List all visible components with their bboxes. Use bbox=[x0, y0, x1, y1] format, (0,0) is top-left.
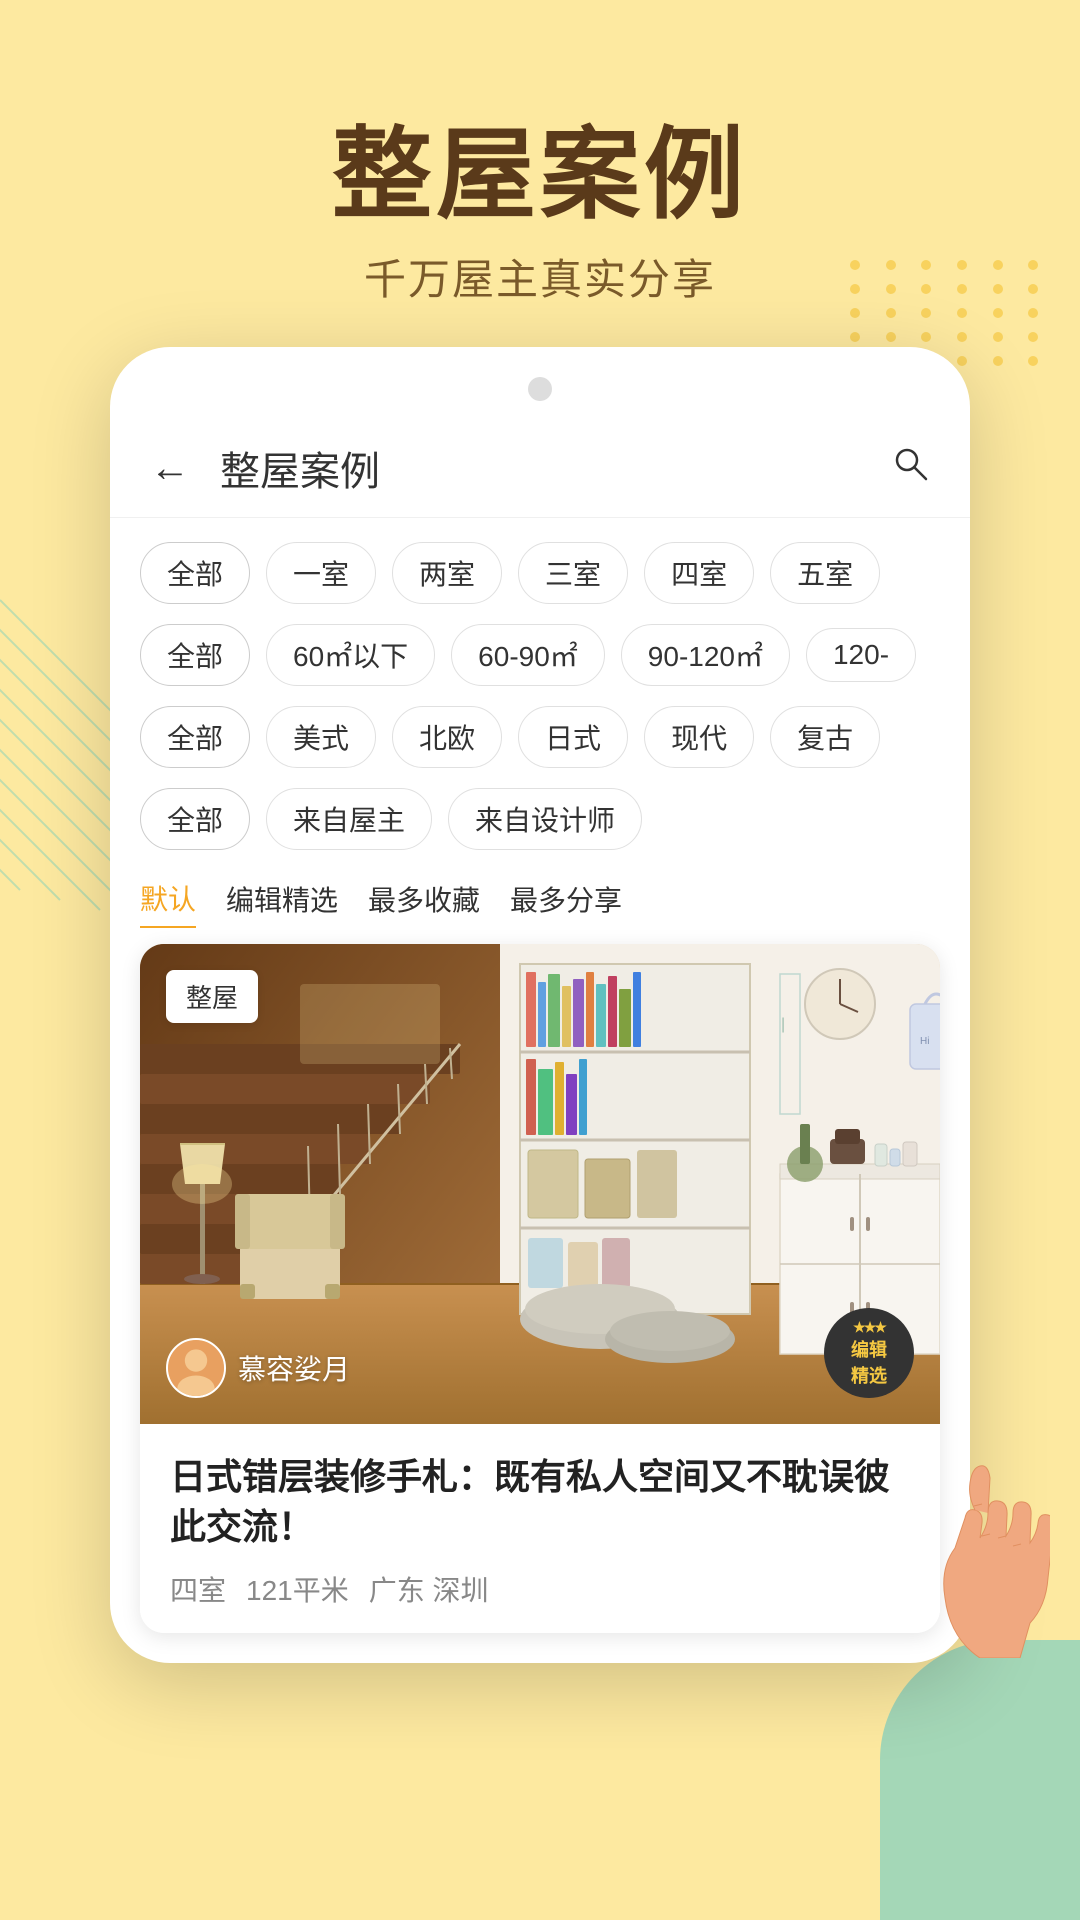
filter-chip-2room[interactable]: 两室 bbox=[392, 542, 502, 604]
filter-chip-all-1[interactable]: 全部 bbox=[140, 542, 250, 604]
phone-wrapper: ← 整屋案例 全部 一室 两室 三室 四室 五室 bbox=[0, 347, 1080, 1663]
filter-chip-3room[interactable]: 三室 bbox=[518, 542, 628, 604]
sort-most-collected[interactable]: 最多收藏 bbox=[368, 871, 480, 927]
page-wrapper: 整屋案例 千万屋主真实分享 ← 整屋案例 bbox=[0, 0, 1080, 1920]
filter-chip-all-3[interactable]: 全部 bbox=[140, 706, 250, 768]
filter-chip-american[interactable]: 美式 bbox=[266, 706, 376, 768]
svg-text:Hi: Hi bbox=[920, 1036, 929, 1047]
header-section: 整屋案例 千万屋主真实分享 bbox=[0, 0, 1080, 347]
sort-editor[interactable]: 编辑精选 bbox=[226, 871, 338, 927]
filter-chip-90-120[interactable]: 90-120㎡ bbox=[621, 624, 790, 686]
filter-chip-120plus[interactable]: 120- bbox=[806, 628, 916, 682]
phone-mockup: ← 整屋案例 全部 一室 两室 三室 四室 五室 bbox=[110, 347, 970, 1663]
filter-chip-retro[interactable]: 复古 bbox=[770, 706, 880, 768]
card[interactable]: Hi | bbox=[140, 944, 940, 1633]
filter-chip-60-90[interactable]: 60-90㎡ bbox=[451, 624, 605, 686]
nav-title: 整屋案例 bbox=[220, 439, 890, 497]
filter-chip-japanese[interactable]: 日式 bbox=[518, 706, 628, 768]
filter-chip-4room[interactable]: 四室 bbox=[644, 542, 754, 604]
filter-row-source: 全部 来自屋主 来自设计师 bbox=[140, 788, 940, 850]
filter-row-style: 全部 美式 北欧 日式 现代 复古 bbox=[140, 706, 940, 768]
phone-top-bar bbox=[110, 377, 970, 419]
avatar bbox=[166, 1338, 226, 1398]
filter-chip-from-owner[interactable]: 来自屋主 bbox=[266, 788, 432, 850]
editor-badge-line1: 编辑 bbox=[851, 1336, 887, 1362]
main-title: 整屋案例 bbox=[0, 120, 1080, 230]
filter-row-rooms: 全部 一室 两室 三室 四室 五室 bbox=[140, 542, 940, 604]
back-button[interactable]: ← bbox=[150, 446, 190, 491]
filter-chip-5room[interactable]: 五室 bbox=[770, 542, 880, 604]
editor-badge: ★★★ 编辑 精选 bbox=[824, 1308, 914, 1398]
filter-chip-60below[interactable]: 60㎡以下 bbox=[266, 624, 435, 686]
editor-badge-line2: 精选 bbox=[851, 1362, 887, 1388]
sort-default[interactable]: 默认 bbox=[140, 870, 196, 928]
filter-row-area: 全部 60㎡以下 60-90㎡ 90-120㎡ 120- bbox=[140, 624, 940, 686]
card-badge: 整屋 bbox=[166, 970, 258, 1023]
card-image: Hi | bbox=[140, 944, 940, 1424]
user-name: 慕容娑月 bbox=[238, 1348, 350, 1388]
filter-chip-all-4[interactable]: 全部 bbox=[140, 788, 250, 850]
card-meta-location: 广东 深圳 bbox=[369, 1569, 489, 1609]
card-meta-rooms: 四室 bbox=[170, 1569, 226, 1609]
user-info: 慕容娑月 bbox=[166, 1338, 350, 1398]
nav-bar: ← 整屋案例 bbox=[110, 419, 970, 518]
phone-camera bbox=[528, 377, 552, 401]
filter-chip-1room[interactable]: 一室 bbox=[266, 542, 376, 604]
card-title: 日式错层装修手札：既有私人空间又不耽误彼此交流！ bbox=[170, 1452, 910, 1553]
card-meta: 四室 121平米 广东 深圳 bbox=[170, 1569, 910, 1609]
hand-pointer bbox=[910, 1438, 1050, 1663]
card-meta-area: 121平米 bbox=[246, 1569, 349, 1609]
search-icon[interactable] bbox=[890, 443, 930, 493]
bg-decoration-teal bbox=[880, 1640, 1080, 1920]
sub-title: 千万屋主真实分享 bbox=[0, 246, 1080, 307]
sort-most-shared[interactable]: 最多分享 bbox=[510, 871, 622, 927]
filter-chip-modern[interactable]: 现代 bbox=[644, 706, 754, 768]
sort-row: 默认 编辑精选 最多收藏 最多分享 bbox=[110, 870, 970, 944]
filter-chip-from-designer[interactable]: 来自设计师 bbox=[448, 788, 642, 850]
filter-section: 全部 一室 两室 三室 四室 五室 全部 60㎡以下 60-90㎡ 90-120… bbox=[110, 518, 970, 850]
filter-chip-all-2[interactable]: 全部 bbox=[140, 624, 250, 686]
card-content: 日式错层装修手札：既有私人空间又不耽误彼此交流！ 四室 121平米 广东 深圳 bbox=[140, 1424, 940, 1633]
editor-badge-stars: ★★★ bbox=[853, 1319, 885, 1336]
svg-text:|: | bbox=[781, 1016, 785, 1033]
filter-chip-nordic[interactable]: 北欧 bbox=[392, 706, 502, 768]
